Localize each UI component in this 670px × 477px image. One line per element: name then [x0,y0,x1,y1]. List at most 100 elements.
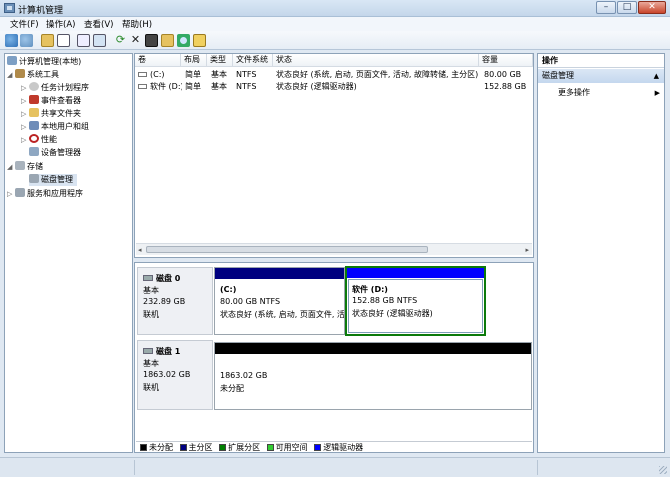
partition-c-status: 状态良好 (系统, 启动, 页面文件, 活 [220,310,345,319]
close-button[interactable]: ✕ [638,1,666,14]
horizontal-scrollbar[interactable]: ◂ ▸ [136,243,532,255]
device-manager-icon [29,147,39,156]
tree-item-shared-folders[interactable]: ▷ 共享文件夹 [21,108,81,120]
wizard-icon[interactable] [193,34,206,47]
legend-swatch [219,444,227,451]
status-divider [537,460,538,475]
unallocated-space[interactable]: 1863.02 GB 未分配 [214,342,532,410]
computer-icon [7,56,17,65]
layout-cell: 简单 [185,82,201,91]
delete-icon[interactable]: ✕ [129,34,142,47]
disk-0-label[interactable]: 磁盘 0 基本 232.89 GB 联机 [137,267,213,335]
partition-c[interactable]: (C:) 80.00 GB NTFS 状态良好 (系统, 启动, 页面文件, 活 [214,267,345,335]
disk-0-type: 基本 [143,286,159,295]
disk-icon [143,348,153,354]
legend: 未分配 主分区 扩展分区 可用空间 逻辑驱动器 [136,441,532,453]
more-actions-item[interactable]: 更多操作 ▶ [558,87,662,99]
window-title: 计算机管理 [18,6,64,16]
filesystem-cell: NTFS [236,70,257,79]
search-icon[interactable] [177,34,190,47]
legend-item: 扩展分区 [215,443,260,452]
title-bar: 计算机管理 – □ ✕ [0,0,670,17]
tree-item-local-users[interactable]: ▷ 本地用户和组 [21,121,89,133]
column-header-status[interactable]: 状态 [273,54,479,67]
menu-view[interactable]: 查看(V) [84,18,113,30]
tree-item-services[interactable]: ▷ 服务和应用程序 [7,188,83,200]
properties-icon[interactable] [77,34,90,47]
disk-1-size: 1863.02 GB [143,370,191,379]
disk-0-state: 联机 [143,310,159,319]
status-bar [0,457,670,477]
legend-swatch [179,444,187,451]
tree-item-root[interactable]: 计算机管理(本地) [7,56,81,68]
refresh-icon[interactable]: ⟳ [114,34,127,47]
tree-item-device-manager[interactable]: 设备管理器 [29,147,81,159]
submenu-arrow-icon: ▶ [654,89,660,97]
disk-map: 磁盘 0 基本 232.89 GB 联机 (C:) 80.00 GB NTFS … [134,262,534,453]
actions-pane: 操作 磁盘管理 ▲ 更多操作 ▶ [537,53,665,453]
capacity-cell: 152.88 GB [484,82,527,91]
type-cell: 基本 [211,70,227,79]
open-icon[interactable] [161,34,174,47]
status-cell: 状态良好 (系统, 启动, 页面文件, 活动, 故障转储, 主分区) [276,70,478,79]
menu-bar: 文件(F) 操作(A) 查看(V) 帮助(H) [0,17,670,31]
menu-file[interactable]: 文件(F) [10,18,39,30]
tree-item-event-viewer[interactable]: ▷ 事件查看器 [21,95,81,107]
menu-help[interactable]: 帮助(H) [122,18,152,30]
computer-management-icon [4,3,15,13]
back-icon[interactable] [5,34,18,47]
actions-header: 操作 [538,54,664,68]
services-icon [15,188,25,197]
capacity-cell: 80.00 GB [484,70,522,79]
scroll-left-icon[interactable]: ◂ [138,246,142,254]
minimize-button[interactable]: – [596,1,616,14]
status-cell: 状态良好 (逻辑驱动器) [276,82,357,91]
legend-item: 主分区 [176,443,213,452]
disk-icon [143,275,153,281]
tree-item-system-tools[interactable]: ◢ 系统工具 [7,69,59,81]
performance-icon [29,134,39,143]
users-icon [29,121,39,130]
disk-1-name: 磁盘 1 [143,346,180,357]
scroll-right-icon[interactable]: ▸ [525,246,529,254]
volume-cell: 软件 (D:) [138,81,182,92]
disk-1-state: 联机 [143,383,159,392]
tree-item-task-scheduler[interactable]: ▷ 任务计划程序 [21,82,89,94]
scrollbar-thumb[interactable] [146,246,428,253]
actions-section-disk-management[interactable]: 磁盘管理 ▲ [538,69,664,83]
column-header-type[interactable]: 类型 [207,54,233,67]
unallocated-status: 未分配 [220,384,244,393]
column-header-volume[interactable]: 卷 [135,54,181,67]
help-icon[interactable] [93,34,106,47]
volume-list: 卷 布局 类型 文件系统 状态 容量 (C:) 简单 基本 NTFS 状态良好 … [134,53,534,258]
forward-icon[interactable] [20,34,33,47]
partition-c-size: 80.00 GB NTFS [220,297,281,306]
clock-icon [29,82,39,91]
shared-folder-icon [29,108,39,117]
partition-d-status: 状态良好 (逻辑驱动器) [352,309,433,318]
properties-sheet-icon[interactable] [145,34,158,47]
menu-action[interactable]: 操作(A) [46,18,75,30]
legend-swatch [266,444,274,451]
resize-grip-icon[interactable] [659,466,667,474]
disk-1-label[interactable]: 磁盘 1 基本 1863.02 GB 联机 [137,340,213,410]
partition-c-title: (C:) [220,285,237,294]
column-header-layout[interactable]: 布局 [181,54,207,67]
collapse-icon[interactable]: ▲ [654,69,659,83]
legend-swatch [140,444,147,451]
legend-item: 可用空间 [263,443,308,452]
up-folder-icon[interactable] [41,34,54,47]
column-header-capacity[interactable]: 容量 [479,54,533,67]
show-tree-icon[interactable] [57,34,70,47]
tools-icon [15,69,25,78]
partition-d[interactable]: 软件 (D:) 152.88 GB NTFS 状态良好 (逻辑驱动器) [345,266,486,336]
maximize-button[interactable]: □ [617,1,637,14]
tree-item-performance[interactable]: ▷ 性能 [21,134,57,146]
primary-partition-bar [215,268,344,279]
tree-item-disk-management[interactable]: 磁盘管理 [29,174,77,186]
partition-d-title: 软件 (D:) [352,285,388,294]
tree-item-storage[interactable]: ◢ 存储 [7,161,43,173]
column-header-filesystem[interactable]: 文件系统 [233,54,273,67]
layout-cell: 简单 [185,70,201,79]
legend-swatch [314,444,322,451]
